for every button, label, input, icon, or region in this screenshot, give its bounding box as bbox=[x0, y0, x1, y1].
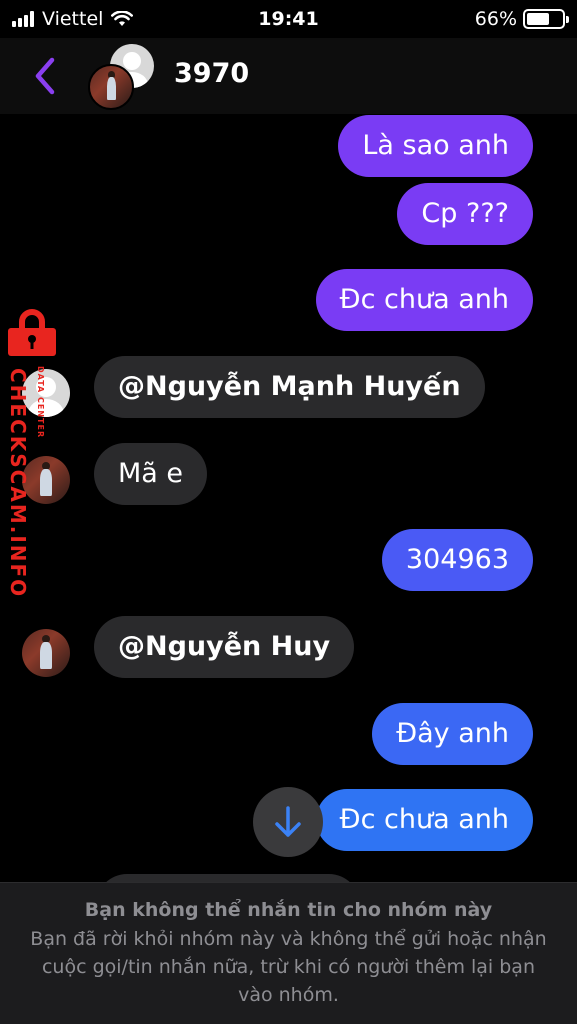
sender-avatar[interactable] bbox=[22, 629, 70, 677]
message-incoming[interactable]: Mã e bbox=[94, 443, 208, 505]
lock-icon bbox=[8, 309, 56, 356]
message-outgoing[interactable]: 304963 bbox=[381, 529, 533, 591]
message-incoming[interactable]: @Nguyễn Huy bbox=[94, 616, 355, 678]
wifi-icon bbox=[111, 11, 134, 26]
battery-fill bbox=[527, 13, 550, 25]
watermark: CHECKSCAM.INFO DATA CENTER bbox=[0, 308, 66, 598]
message-outgoing[interactable]: Là sao anh bbox=[338, 115, 533, 177]
message-incoming[interactable]: @Nguyễn Mạnh Huyến bbox=[94, 356, 485, 418]
group-left-notice: Bạn không thể nhắn tin cho nhóm này Bạn … bbox=[0, 882, 577, 1024]
notice-title: Bạn không thể nhắn tin cho nhóm này bbox=[84, 899, 493, 921]
member-avatar-photo bbox=[88, 64, 134, 110]
battery-icon bbox=[523, 9, 569, 29]
group-title[interactable]: 3970 bbox=[174, 58, 249, 89]
scroll-to-bottom-button[interactable] bbox=[253, 787, 323, 857]
message-outgoing[interactable]: Đc chưa anh bbox=[315, 269, 533, 331]
carrier-name: Viettel bbox=[42, 8, 104, 30]
chat-header: 3970 bbox=[0, 38, 577, 114]
status-bar: Viettel 19:41 66% bbox=[0, 0, 577, 38]
status-right: 66% bbox=[474, 8, 569, 30]
watermark-brand: CHECKSCAM.INFO bbox=[6, 368, 30, 599]
status-left: Viettel bbox=[12, 8, 134, 30]
message-outgoing[interactable]: Cp ??? bbox=[397, 183, 533, 245]
chevron-left-icon[interactable] bbox=[30, 56, 60, 96]
message-outgoing[interactable]: Đây anh bbox=[372, 703, 533, 765]
message-outgoing[interactable]: Đc chưa anh bbox=[315, 789, 533, 851]
group-avatar[interactable] bbox=[88, 44, 158, 110]
watermark-subtitle: DATA CENTER bbox=[36, 366, 45, 439]
notice-body: Bạn đã rời khỏi nhóm này và không thể gử… bbox=[30, 928, 547, 1006]
signal-icon bbox=[12, 11, 34, 27]
arrow-down-icon bbox=[275, 806, 301, 837]
battery-percent: 66% bbox=[474, 8, 517, 30]
